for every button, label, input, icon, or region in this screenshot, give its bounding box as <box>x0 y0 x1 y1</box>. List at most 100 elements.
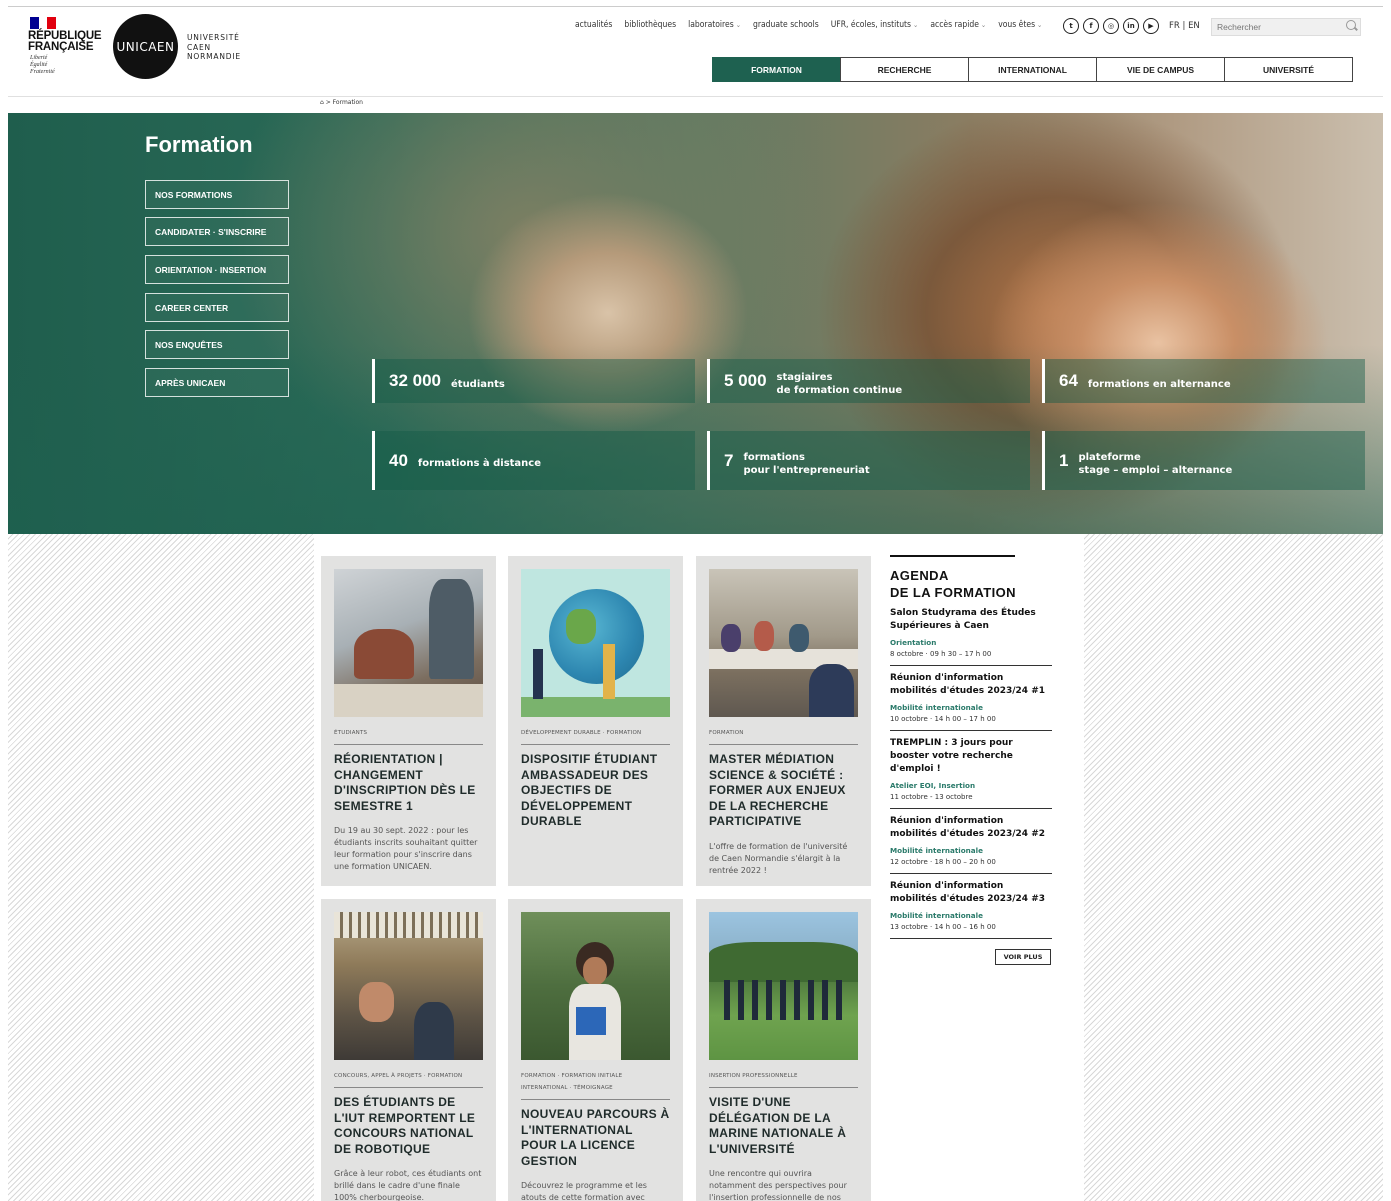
facebook-icon[interactable]: f <box>1083 18 1099 34</box>
nos-formations-button[interactable]: NOS FORMATIONS <box>145 180 289 209</box>
util-nav-vous-etes[interactable]: vous êtes <box>998 20 1042 34</box>
news-title[interactable]: RÉORIENTATION | CHANGEMENT D'INSCRIPTION… <box>334 752 483 814</box>
event-category[interactable]: Mobilité internationale <box>890 846 1052 855</box>
news-description: L'offre de formation de l'université de … <box>709 841 848 875</box>
voir-plus-button[interactable]: VOIR PLUS <box>995 949 1051 965</box>
hatch-left <box>8 534 314 1201</box>
logo-wordmark[interactable]: UNIVERSITÉ CAEN NORMANDIE <box>187 33 241 62</box>
home-icon[interactable]: ⌂ <box>320 99 324 106</box>
news-category: INSERTION PROFESSIONNELLE <box>709 1070 858 1088</box>
news-card[interactable]: ÉTUDIANTS RÉORIENTATION | CHANGEMENT D'I… <box>321 556 496 886</box>
news-title[interactable]: DISPOSITIF ÉTUDIANT AMBASSADEUR DES OBJE… <box>521 752 670 830</box>
event-title[interactable]: Réunion d'information mobilités d'études… <box>890 815 1052 841</box>
agenda-event[interactable]: TREMPLIN : 3 jours pour booster votre re… <box>890 731 1052 809</box>
agenda-title: AGENDA DE LA FORMATION <box>890 568 1016 600</box>
main-nav-vie-de-campus[interactable]: VIE DE CAMPUS <box>1096 57 1225 82</box>
hero-banner: Formation NOS FORMATIONS CANDIDATER · S'… <box>8 113 1383 534</box>
event-category[interactable]: Mobilité internationale <box>890 703 1052 712</box>
apres-unicaen-button[interactable]: APRÈS UNICAEN <box>145 368 289 397</box>
util-nav-acces-rapide[interactable]: accès rapide <box>930 20 986 34</box>
search-input[interactable] <box>1211 18 1361 36</box>
stat-number: 32 000 <box>389 371 441 390</box>
event-category[interactable]: Mobilité internationale <box>890 911 1052 920</box>
career-center-button[interactable]: CAREER CENTER <box>145 293 289 322</box>
stat-entrepreneuriat: 7 formations pour l'entrepreneuriat <box>707 431 1030 490</box>
main-nav-international[interactable]: INTERNATIONAL <box>968 57 1097 82</box>
news-card[interactable]: FORMATION MASTER MÉDIATION SCIENCE & SOC… <box>696 556 871 886</box>
news-category: FORMATION <box>709 727 858 745</box>
news-title[interactable]: DES ÉTUDIANTS DE L'IUT REMPORTENT LE CON… <box>334 1095 483 1157</box>
header-divider <box>8 96 1383 97</box>
nos-enquetes-button[interactable]: NOS ENQUÊTES <box>145 330 289 359</box>
news-image <box>521 912 670 1060</box>
news-title[interactable]: MASTER MÉDIATION SCIENCE & SOCIÉTÉ : FOR… <box>709 752 858 830</box>
agenda-panel: AGENDA DE LA FORMATION Salon Studyrama d… <box>890 555 1052 965</box>
event-date: 10 octobre · 14 h 00 – 17 h 00 <box>890 715 996 723</box>
gov-logo-text[interactable]: RÉPUBLIQUE FRANÇAISE <box>28 30 102 53</box>
news-card[interactable]: FORMATION · FORMATION INITIALE INTERNATI… <box>508 899 683 1201</box>
twitter-icon[interactable]: t <box>1063 18 1079 34</box>
event-title[interactable]: Réunion d'information mobilités d'études… <box>890 672 1052 698</box>
stat-label: étudiants <box>451 378 505 390</box>
logo-mark: UNICAEN <box>116 39 175 54</box>
agenda-event[interactable]: Salon Studyrama des Études Supérieures à… <box>890 601 1052 666</box>
util-nav-laboratoires[interactable]: laboratoires <box>688 20 741 34</box>
main-nav-universite[interactable]: UNIVERSITÉ <box>1224 57 1353 82</box>
language-switch[interactable]: FR | EN <box>1169 21 1200 31</box>
orientation-button[interactable]: ORIENTATION · INSERTION <box>145 255 289 284</box>
agenda-event[interactable]: Réunion d'information mobilités d'études… <box>890 809 1052 874</box>
news-category: DÉVELOPPEMENT DURABLE · FORMATION <box>521 727 670 745</box>
linkedin-icon[interactable]: in <box>1123 18 1139 34</box>
top-divider <box>8 6 1383 7</box>
stat-number: 5 000 <box>724 371 767 390</box>
social-links: t f ◎ in ▶ <box>1063 18 1159 34</box>
agenda-top-bar <box>890 555 1015 557</box>
instagram-icon[interactable]: ◎ <box>1103 18 1119 34</box>
agenda-event[interactable]: Réunion d'information mobilités d'études… <box>890 666 1052 731</box>
util-nav-graduate-schools[interactable]: graduate schools <box>753 20 819 34</box>
hatch-right <box>1084 534 1383 1201</box>
util-nav-actualites[interactable]: actualités <box>575 20 612 34</box>
candidater-button[interactable]: CANDIDATER · S'INSCRIRE <box>145 217 289 246</box>
stat-distance: 40 formations à distance <box>372 431 695 490</box>
french-flag-icon <box>30 17 57 29</box>
page-title: Formation <box>145 132 253 157</box>
search-icon[interactable] <box>1346 20 1356 30</box>
stat-number: 1 <box>1059 450 1069 470</box>
news-card[interactable]: INSERTION PROFESSIONNELLE VISITE D'UNE D… <box>696 899 871 1201</box>
stat-plateforme: 1 plateforme stage – emploi – alternance <box>1042 431 1365 490</box>
main-nav-recherche[interactable]: RECHERCHE <box>840 57 969 82</box>
event-category[interactable]: Orientation <box>890 638 1052 647</box>
news-description: Découvrez le programme et les atouts de … <box>521 1181 647 1201</box>
event-date: 13 octobre · 14 h 00 – 16 h 00 <box>890 923 996 931</box>
util-nav-bibliotheques[interactable]: bibliothèques <box>624 20 676 34</box>
news-card[interactable]: CONCOURS, APPEL À PROJETS · FORMATION DE… <box>321 899 496 1201</box>
news-image <box>334 569 483 717</box>
unicaen-logo[interactable]: UNICAEN <box>113 14 178 79</box>
event-date: 11 octobre - 13 octobre <box>890 793 973 801</box>
news-description: Grâce à leur robot, ces étudiants ont br… <box>334 1169 482 1201</box>
news-image <box>709 569 858 717</box>
agenda-event[interactable]: Réunion d'information mobilités d'études… <box>890 874 1052 939</box>
util-nav-ufr[interactable]: UFR, écoles, instituts <box>831 20 919 34</box>
youtube-icon[interactable]: ▶ <box>1143 18 1159 34</box>
event-title[interactable]: TREMPLIN : 3 jours pour booster votre re… <box>890 737 1052 776</box>
stat-label: formations à distance <box>417 458 541 469</box>
stat-label: formations pour l'entrepreneuriat <box>743 451 870 476</box>
news-category: CONCOURS, APPEL À PROJETS · FORMATION <box>334 1070 483 1088</box>
event-title[interactable]: Salon Studyrama des Études Supérieures à… <box>890 607 1052 633</box>
news-title[interactable]: VISITE D'UNE DÉLÉGATION DE LA MARINE NAT… <box>709 1095 858 1157</box>
stat-label: formations en alternance <box>1087 378 1231 390</box>
news-image <box>334 912 483 1060</box>
news-description: Une rencontre qui ouvrira notamment des … <box>709 1169 847 1201</box>
news-category: FORMATION · FORMATION INITIALE INTERNATI… <box>521 1070 670 1100</box>
main-nav-formation[interactable]: FORMATION <box>712 57 841 82</box>
news-card[interactable]: DÉVELOPPEMENT DURABLE · FORMATION DISPOS… <box>508 556 683 886</box>
news-category: ÉTUDIANTS <box>334 727 483 745</box>
news-title[interactable]: NOUVEAU PARCOURS À L'INTERNATIONAL POUR … <box>521 1107 670 1169</box>
stat-label: stagiaires de formation continue <box>776 372 903 396</box>
event-title[interactable]: Réunion d'information mobilités d'études… <box>890 880 1052 906</box>
event-category[interactable]: Atelier EOI, Insertion <box>890 781 1052 790</box>
gov-motto: Liberté Égalité Fraternité <box>30 55 55 75</box>
stat-stagiaires: 5 000 stagiaires de formation continue <box>707 359 1030 403</box>
